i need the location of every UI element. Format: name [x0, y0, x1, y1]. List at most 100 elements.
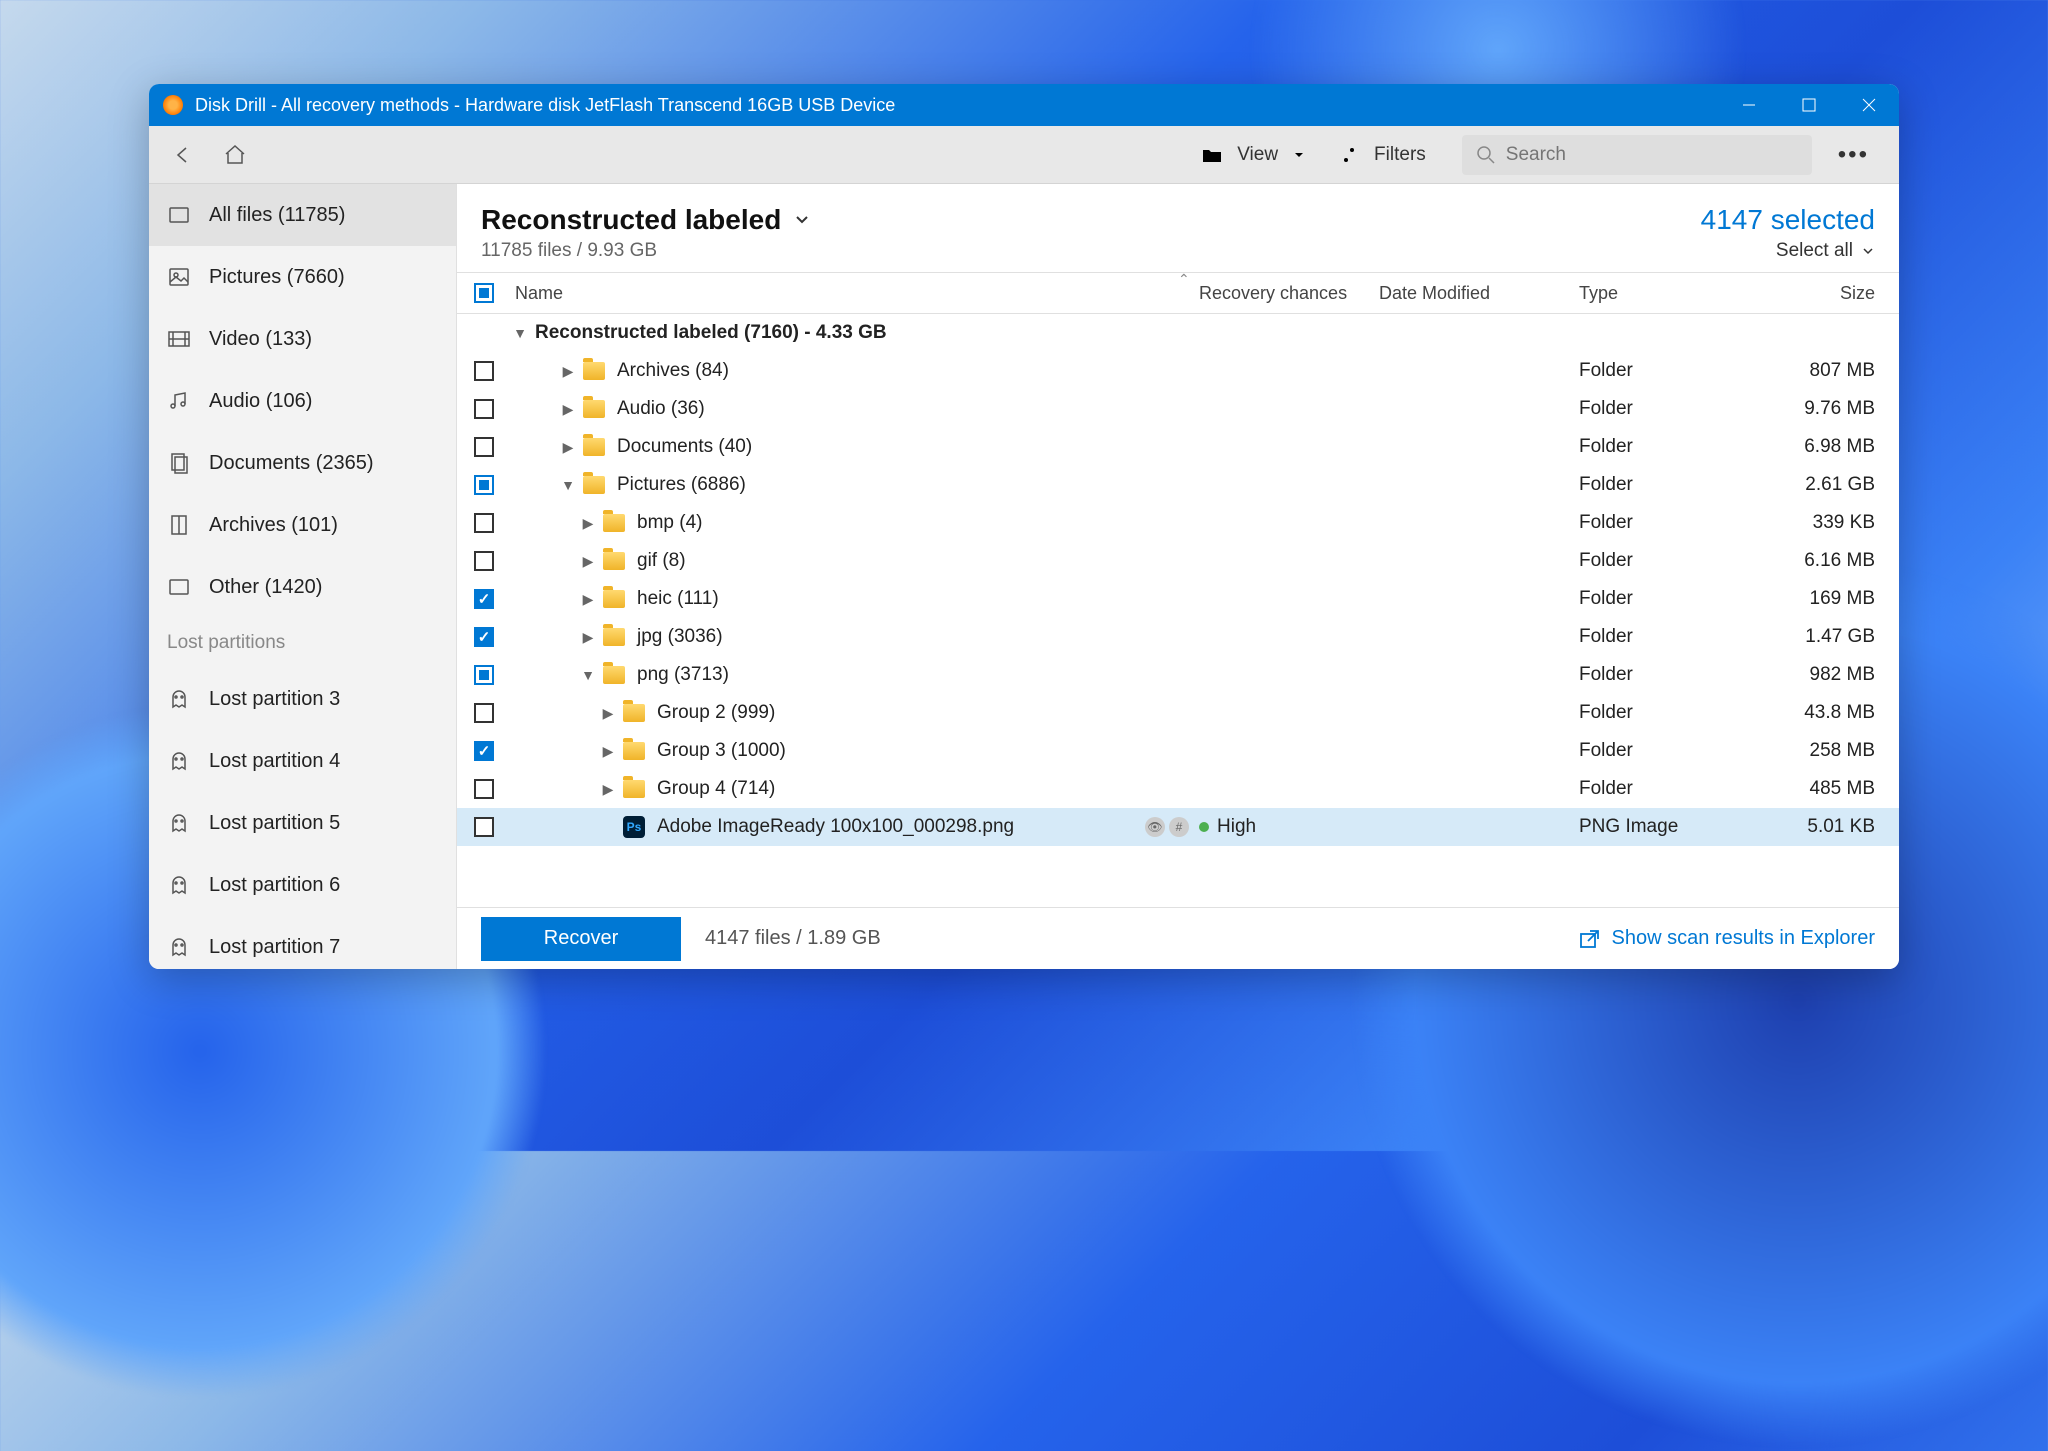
sidebar-item[interactable]: Pictures (7660) [149, 246, 456, 308]
row-size: 9.76 MB [1749, 398, 1899, 420]
sidebar: All files (11785)Pictures (7660)Video (1… [149, 184, 457, 969]
row-checkbox[interactable] [474, 665, 494, 685]
expand-icon[interactable]: ▼ [579, 667, 597, 683]
folder-row[interactable]: ▶ Group 2 (999) Folder 43.8 MB [457, 694, 1899, 732]
column-recovery[interactable]: Recovery chances [1199, 283, 1379, 304]
expand-icon[interactable]: ▶ [599, 743, 617, 760]
row-checkbox[interactable] [474, 627, 494, 647]
sort-indicator-icon: ⌃ [1178, 271, 1190, 288]
maximize-button[interactable] [1779, 84, 1839, 126]
sidebar-partition-item[interactable]: Lost partition 7 [149, 916, 456, 969]
folder-icon [603, 666, 625, 684]
minimize-button[interactable] [1719, 84, 1779, 126]
row-checkbox[interactable] [474, 475, 494, 495]
sidebar-item[interactable]: Documents (2365) [149, 432, 456, 494]
row-checkbox[interactable] [474, 589, 494, 609]
expand-icon[interactable]: ▶ [559, 401, 577, 418]
expand-icon[interactable]: ▼ [559, 477, 577, 493]
folder-row[interactable]: ▶ heic (111) Folder 169 MB [457, 580, 1899, 618]
row-checkbox[interactable] [474, 551, 494, 571]
sidebar-partition-item[interactable]: Lost partition 5 [149, 792, 456, 854]
folder-row[interactable]: ▶ Audio (36) Folder 9.76 MB [457, 390, 1899, 428]
row-checkbox[interactable] [474, 741, 494, 761]
recover-button[interactable]: Recover [481, 917, 681, 961]
sidebar-partition-item[interactable]: Lost partition 4 [149, 730, 456, 792]
folder-row[interactable]: ▶ Documents (40) Folder 6.98 MB [457, 428, 1899, 466]
folder-row[interactable]: ▼ Pictures (6886) Folder 2.61 GB [457, 466, 1899, 504]
expand-icon[interactable]: ▶ [599, 705, 617, 722]
select-all-checkbox[interactable] [474, 283, 494, 303]
sidebar-item[interactable]: Audio (106) [149, 370, 456, 432]
back-button[interactable] [161, 133, 205, 177]
filters-button[interactable]: Filters [1326, 133, 1444, 177]
row-type: Folder [1579, 512, 1749, 534]
search-input[interactable] [1506, 144, 1798, 166]
sidebar-partition-item[interactable]: Lost partition 6 [149, 854, 456, 916]
preview-icon[interactable]: 👁 [1145, 817, 1165, 837]
row-checkbox[interactable] [474, 437, 494, 457]
main-title[interactable]: Reconstructed labeled [481, 204, 811, 236]
column-date[interactable]: Date Modified [1379, 283, 1579, 304]
folder-icon [623, 742, 645, 760]
app-window: Disk Drill - All recovery methods - Hard… [149, 84, 1899, 969]
sidebar-item[interactable]: Video (133) [149, 308, 456, 370]
group-header-row[interactable]: ▼Reconstructed labeled (7160) - 4.33 GB [457, 314, 1899, 352]
row-type: Folder [1579, 360, 1749, 382]
row-checkbox[interactable] [474, 361, 494, 381]
sidebar-item[interactable]: Other (1420) [149, 556, 456, 618]
more-menu[interactable]: ••• [1820, 141, 1887, 169]
search-box[interactable] [1462, 135, 1812, 175]
expand-icon[interactable]: ▶ [599, 781, 617, 798]
folder-icon [603, 628, 625, 646]
row-size: 6.16 MB [1749, 550, 1899, 572]
row-size: 169 MB [1749, 588, 1899, 610]
titlebar: Disk Drill - All recovery methods - Hard… [149, 84, 1899, 126]
home-button[interactable] [213, 133, 257, 177]
expand-icon[interactable]: ▶ [559, 439, 577, 456]
expand-icon[interactable]: ▶ [579, 515, 597, 532]
folder-row[interactable]: ▼ png (3713) Folder 982 MB [457, 656, 1899, 694]
folder-row[interactable]: ▶ Archives (84) Folder 807 MB [457, 352, 1899, 390]
close-button[interactable] [1839, 84, 1899, 126]
folder-row[interactable]: ▶ gif (8) Folder 6.16 MB [457, 542, 1899, 580]
row-type: PNG Image [1579, 816, 1749, 838]
row-checkbox[interactable] [474, 399, 494, 419]
select-all-dropdown[interactable]: Select all [1701, 240, 1875, 262]
file-list[interactable]: ▼Reconstructed labeled (7160) - 4.33 GB … [457, 314, 1899, 907]
row-type: Folder [1579, 474, 1749, 496]
folder-row[interactable]: ▶ jpg (3036) Folder 1.47 GB [457, 618, 1899, 656]
folder-row[interactable]: ▶ Group 3 (1000) Folder 258 MB [457, 732, 1899, 770]
hex-icon[interactable]: # [1169, 817, 1189, 837]
row-type: Folder [1579, 702, 1749, 724]
folder-icon [603, 590, 625, 608]
view-dropdown[interactable]: View [1189, 133, 1318, 177]
row-checkbox[interactable] [474, 779, 494, 799]
row-name: jpg (3036) [637, 626, 723, 648]
sidebar-section-header: Lost partitions [149, 618, 456, 668]
sidebar-item[interactable]: Archives (101) [149, 494, 456, 556]
row-type: Folder [1579, 626, 1749, 648]
row-size: 1.47 GB [1749, 626, 1899, 648]
column-name[interactable]: Name [511, 283, 1199, 304]
column-type[interactable]: Type [1579, 283, 1749, 304]
expand-icon[interactable]: ▶ [579, 591, 597, 608]
row-checkbox[interactable] [474, 513, 494, 533]
expand-icon[interactable]: ▶ [579, 629, 597, 646]
toolbar: View Filters ••• [149, 126, 1899, 184]
sidebar-partition-item[interactable]: Lost partition 3 [149, 668, 456, 730]
collapse-icon[interactable]: ▼ [511, 325, 529, 341]
folder-row[interactable]: ▶ bmp (4) Folder 339 KB [457, 504, 1899, 542]
folder-row[interactable]: ▶ Group 4 (714) Folder 485 MB [457, 770, 1899, 808]
row-checkbox[interactable] [474, 817, 494, 837]
sidebar-item[interactable]: All files (11785) [149, 184, 456, 246]
file-row[interactable]: Ps Adobe ImageReady 100x100_000298.png 👁… [457, 808, 1899, 846]
window-title: Disk Drill - All recovery methods - Hard… [195, 95, 1719, 116]
expand-icon[interactable]: ▶ [559, 363, 577, 380]
folder-icon [583, 400, 605, 418]
ghost-icon [167, 687, 191, 711]
folder-icon [603, 514, 625, 532]
row-checkbox[interactable] [474, 703, 494, 723]
expand-icon[interactable]: ▶ [579, 553, 597, 570]
show-in-explorer-link[interactable]: Show scan results in Explorer [1578, 927, 1875, 950]
column-size[interactable]: Size [1749, 283, 1899, 304]
